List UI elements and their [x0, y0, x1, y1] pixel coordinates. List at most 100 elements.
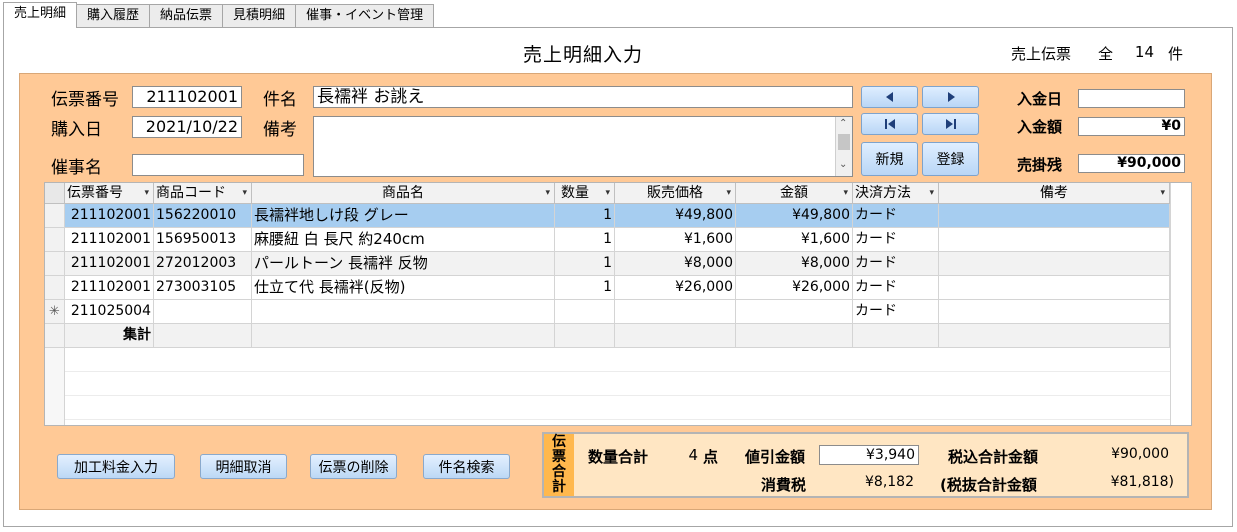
cell-note[interactable] [939, 300, 1170, 324]
scroll-down-icon[interactable]: ⌄ [839, 159, 847, 170]
cell-note[interactable] [939, 228, 1170, 252]
col-amount[interactable]: 金額 ▾ [736, 183, 853, 204]
cell-qty[interactable]: 1 [555, 228, 615, 252]
dropdown-icon[interactable]: ▾ [929, 183, 934, 203]
row-selector[interactable] [45, 228, 65, 252]
cell-price[interactable]: ¥49,800 [615, 204, 736, 228]
tab-delivery-slip[interactable]: 納品伝票 [149, 4, 224, 28]
scroll-thumb[interactable] [838, 134, 850, 150]
tab-estimate-detail[interactable]: 見積明細 [222, 4, 297, 28]
slip-no-field[interactable]: 211102001 [132, 86, 242, 108]
summary-side-text: 伝票合計 [552, 434, 566, 495]
cell-code[interactable]: 273003105 [154, 276, 252, 300]
first-record-button[interactable] [861, 113, 918, 135]
cell-name[interactable]: 長襦袢地しけ段 グレー [252, 204, 555, 228]
pay-amount-field[interactable]: ¥0 [1078, 117, 1185, 136]
subject-search-button[interactable]: 件名検索 [423, 454, 510, 479]
prev-record-button[interactable] [861, 86, 918, 108]
subject-field[interactable]: 長襦袢 お誂え [313, 86, 853, 108]
cell-price[interactable]: ¥26,000 [615, 276, 736, 300]
scroll-up-icon[interactable]: ⌃ [839, 118, 847, 129]
cell-note[interactable] [939, 252, 1170, 276]
event-field[interactable] [132, 154, 304, 176]
col-note-label: 備考 [1040, 185, 1068, 201]
cell-price[interactable]: ¥8,000 [615, 252, 736, 276]
table-row[interactable]: 211102001 272012003 パールトーン 長襦袢 反物 1 ¥8,0… [45, 252, 1170, 276]
cell-name[interactable]: 仕立て代 長襦袢(反物) [252, 276, 555, 300]
cell-price[interactable] [615, 300, 736, 324]
dropdown-icon[interactable]: ▾ [242, 183, 247, 203]
cell-price[interactable]: ¥1,600 [615, 228, 736, 252]
cell-qty[interactable]: 1 [555, 252, 615, 276]
new-button[interactable]: 新規 [861, 142, 918, 176]
cell-qty[interactable] [555, 300, 615, 324]
cell-code[interactable] [154, 300, 252, 324]
col-payment[interactable]: 決済方法 ▾ [853, 183, 939, 204]
tab-event-management[interactable]: 催事・イベント管理 [295, 4, 435, 28]
pay-date-field[interactable] [1078, 89, 1185, 108]
note-field[interactable] [313, 116, 853, 177]
cell-qty[interactable]: 1 [555, 204, 615, 228]
delete-slip-button[interactable]: 伝票の削除 [310, 454, 397, 479]
dropdown-icon[interactable]: ▾ [605, 183, 610, 203]
tab-sales-detail[interactable]: 売上明細 [3, 2, 78, 28]
note-scrollbar[interactable]: ⌃ ⌄ [835, 117, 852, 176]
cell-code[interactable]: 156950013 [154, 228, 252, 252]
cell-payment[interactable]: カード [853, 228, 939, 252]
cancel-detail-button[interactable]: 明細取消 [200, 454, 287, 479]
grid-total-row: 集計 [45, 324, 1170, 348]
col-qty[interactable]: 数量 ▾ [555, 183, 615, 204]
cell-amount[interactable]: ¥8,000 [736, 252, 853, 276]
cell-slip[interactable]: 211102001 [65, 276, 154, 300]
col-slip-no[interactable]: 伝票番号 ▾ [65, 183, 154, 204]
row-selector[interactable] [45, 276, 65, 300]
dropdown-icon[interactable]: ▾ [726, 183, 731, 203]
table-row[interactable]: 211102001 273003105 仕立て代 長襦袢(反物) 1 ¥26,0… [45, 276, 1170, 300]
new-record-marker[interactable]: ✳ [45, 300, 65, 324]
processing-fee-button[interactable]: 加工料金入力 [57, 454, 175, 479]
cell-name[interactable]: パールトーン 長襦袢 反物 [252, 252, 555, 276]
row-selector[interactable] [45, 252, 65, 276]
col-slip-no-label: 伝票番号 [67, 185, 123, 201]
last-record-button[interactable] [922, 113, 979, 135]
cell-slip[interactable]: 211102001 [65, 204, 154, 228]
dropdown-icon[interactable]: ▾ [144, 183, 149, 203]
next-record-button[interactable] [922, 86, 979, 108]
row-selector[interactable] [45, 204, 65, 228]
table-row[interactable]: 211102001 156950013 麻腰紐 白 長尺 約240cm 1 ¥1… [45, 228, 1170, 252]
cell-amount[interactable]: ¥1,600 [736, 228, 853, 252]
cell-payment[interactable]: カード [853, 300, 939, 324]
col-code[interactable]: 商品コード ▾ [154, 183, 252, 204]
col-note[interactable]: 備考 ▾ [939, 183, 1170, 204]
cell-payment[interactable]: カード [853, 204, 939, 228]
cell-qty[interactable]: 1 [555, 276, 615, 300]
cell-name[interactable] [252, 300, 555, 324]
register-button[interactable]: 登録 [922, 142, 979, 176]
dropdown-icon[interactable]: ▾ [843, 183, 848, 203]
cell-code[interactable]: 156220010 [154, 204, 252, 228]
col-qty-label: 数量 [561, 185, 589, 201]
table-row[interactable]: 211102001 156220010 長襦袢地しけ段 グレー 1 ¥49,80… [45, 204, 1170, 228]
col-price[interactable]: 販売価格 ▾ [615, 183, 736, 204]
cell-payment[interactable]: カード [853, 276, 939, 300]
tab-purchase-history[interactable]: 購入履歴 [76, 4, 151, 28]
cell-slip[interactable]: 211025004 [65, 300, 154, 324]
new-record-row[interactable]: ✳ 211025004 カード [45, 300, 1170, 324]
cell-slip[interactable]: 211102001 [65, 252, 154, 276]
cell-note[interactable] [939, 204, 1170, 228]
cell-payment[interactable]: カード [853, 252, 939, 276]
cell-code[interactable]: 272012003 [154, 252, 252, 276]
date-field[interactable]: 2021/10/22 [132, 116, 242, 138]
discount-field[interactable]: ¥3,940 [819, 445, 919, 465]
dropdown-icon[interactable]: ▾ [545, 183, 550, 203]
cell-amount[interactable] [736, 300, 853, 324]
empty-row-line [65, 419, 1170, 420]
cell-amount[interactable]: ¥49,800 [736, 204, 853, 228]
col-name[interactable]: 商品名 ▾ [252, 183, 555, 204]
cell-slip[interactable]: 211102001 [65, 228, 154, 252]
select-all-corner[interactable] [45, 183, 65, 204]
cell-amount[interactable]: ¥26,000 [736, 276, 853, 300]
cell-note[interactable] [939, 276, 1170, 300]
dropdown-icon[interactable]: ▾ [1160, 183, 1165, 203]
cell-name[interactable]: 麻腰紐 白 長尺 約240cm [252, 228, 555, 252]
